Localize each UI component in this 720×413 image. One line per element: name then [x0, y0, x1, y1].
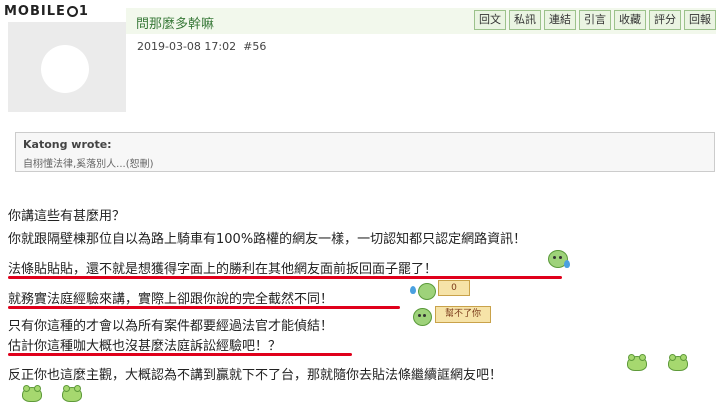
body-line: 法條貼貼貼，還不就是想獲得字面上的勝利在其他網友面前扳回面子罷了！: [8, 262, 438, 277]
avatar[interactable]: [8, 22, 126, 112]
post-actions: 回文 私訊 連結 引言 收藏 評分 回報: [474, 10, 716, 30]
body-line: 你講這些有甚麼用？: [8, 209, 126, 224]
smile-emoticon-icon: [627, 354, 647, 371]
post-number[interactable]: #56: [243, 40, 266, 53]
default-avatar-icon: [41, 45, 89, 93]
body-line: 只有你這種的才會以為所有案件都要經過法官才能偵結！: [8, 319, 334, 334]
highlight-underline: [8, 276, 562, 279]
quote-author: Katong wrote:: [23, 138, 112, 151]
post-meta: 2019-03-08 17:02 #56: [137, 40, 266, 53]
quote-button[interactable]: 引言: [579, 10, 611, 30]
username-link[interactable]: 問那麼多幹嘛: [136, 13, 214, 32]
sign-emoticon-icon: 0: [410, 280, 472, 302]
body-line: 估計你這種咖大概也沒甚麼法庭訴訟經驗吧！？: [8, 339, 282, 354]
emoticon-sign-text: 0: [438, 280, 470, 296]
highlight-underline: [8, 353, 352, 356]
quote-text: 自栩懂法律,奚落別人...(恕刪): [23, 159, 154, 170]
smile-emoticon-icon: [22, 385, 42, 402]
logo-ring-icon: [66, 6, 78, 17]
private-message-button[interactable]: 私訊: [509, 10, 541, 30]
link-button[interactable]: 連結: [544, 10, 576, 30]
highlight-underline: [8, 306, 400, 309]
smile-emoticon-icon: [62, 385, 82, 402]
post-timestamp: 2019-03-08 17:02: [137, 40, 237, 53]
favorite-button[interactable]: 收藏: [614, 10, 646, 30]
post-header: 問那麼多幹嘛 回文 私訊 連結 引言 收藏 評分 回報: [126, 8, 716, 34]
site-logo[interactable]: MOBILE 1: [4, 4, 89, 19]
quote-block: Katong wrote: 自栩懂法律,奚落別人...(恕刪): [15, 132, 715, 172]
smile-emoticon-icon: [668, 354, 688, 371]
rate-button[interactable]: 評分: [649, 10, 681, 30]
body-line: 反正你也這麼主觀，大概認為不講到贏就下不了台，那就隨你去貼法條繼續誆網友吧！: [8, 368, 503, 383]
body-line: 就務實法庭經驗來講，實際上卻跟你說的完全截然不同！: [8, 292, 334, 307]
sweat-emoticon-icon: [548, 250, 572, 270]
reply-button[interactable]: 回文: [474, 10, 506, 30]
cant-help-emoticon-icon: 幫不了你: [413, 304, 499, 328]
emoticon-sign-text: 幫不了你: [435, 306, 491, 323]
report-button[interactable]: 回報: [684, 10, 716, 30]
body-line: 你就跟隔壁棟那位自以為路上騎車有100%路權的網友一樣，一切認知都只認定網路資訊…: [8, 232, 527, 247]
